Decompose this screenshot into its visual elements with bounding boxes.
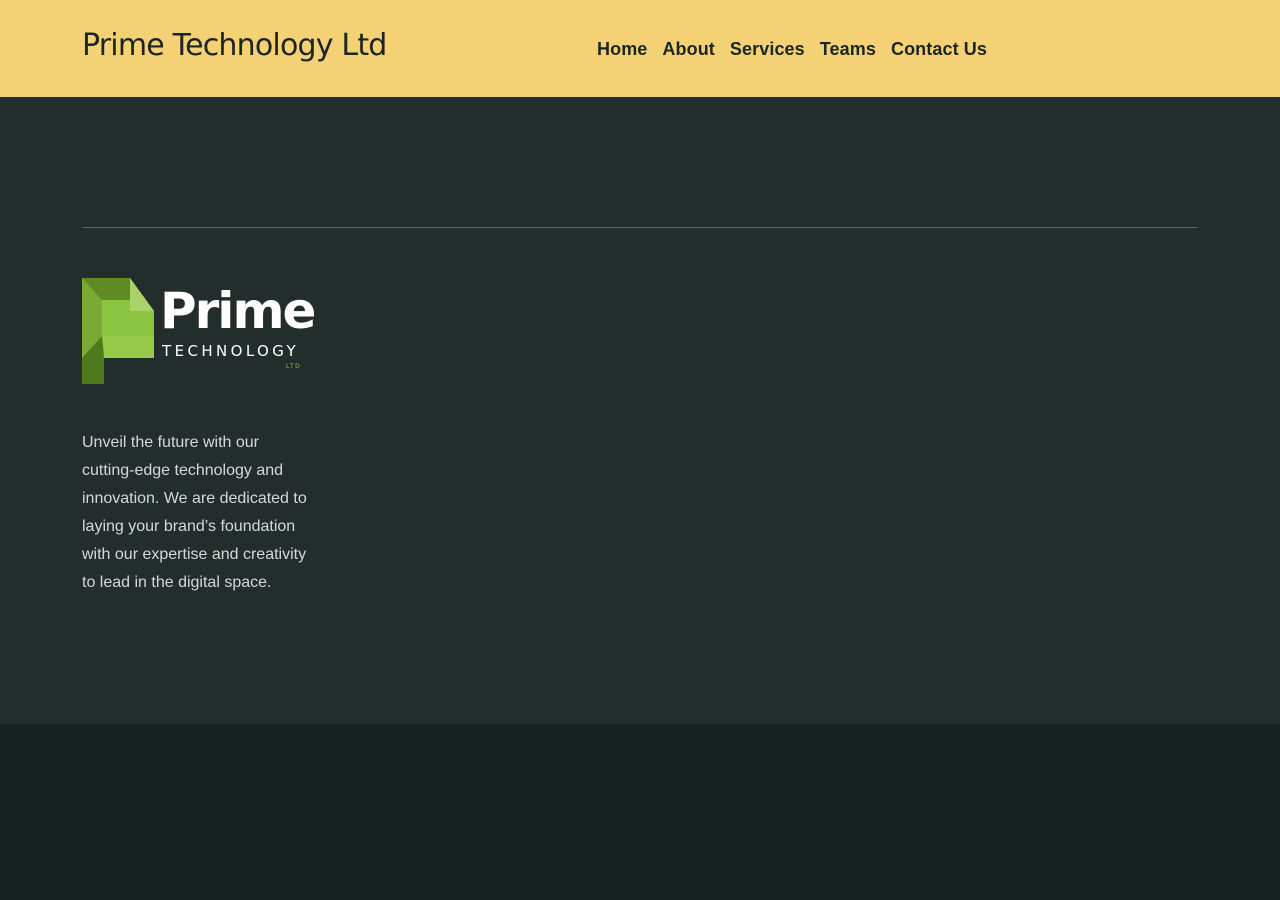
nav-item-about[interactable]: About bbox=[662, 39, 714, 60]
nav-item-services[interactable]: Services bbox=[730, 39, 805, 60]
footer-divider bbox=[82, 227, 1198, 228]
logo-ltd: LTD bbox=[286, 363, 302, 370]
main-nav: Home About Services Teams Contact Us bbox=[597, 39, 1002, 60]
nav-item-home[interactable]: Home bbox=[597, 39, 647, 60]
footer-description: Unveil the future with our cutting-edge … bbox=[82, 434, 307, 591]
footer-logo: Prime TECHNOLOGY LTD bbox=[82, 278, 316, 384]
site-header: Prime Technology Ltd Home About Services… bbox=[0, 0, 1280, 97]
nav-item-teams[interactable]: Teams bbox=[820, 39, 876, 60]
footer-bottom bbox=[0, 724, 1280, 900]
footer-top: Prime TECHNOLOGY LTD Unveil the future w… bbox=[0, 97, 1280, 724]
site-title-link[interactable]: Prime Technology Ltd bbox=[82, 28, 387, 63]
logo-subtitle: TECHNOLOGY bbox=[162, 342, 300, 360]
nav-item-contact-us[interactable]: Contact Us bbox=[891, 39, 987, 60]
prime-logo-mark-icon bbox=[82, 278, 154, 384]
logo-wordmark: Prime bbox=[160, 282, 316, 340]
